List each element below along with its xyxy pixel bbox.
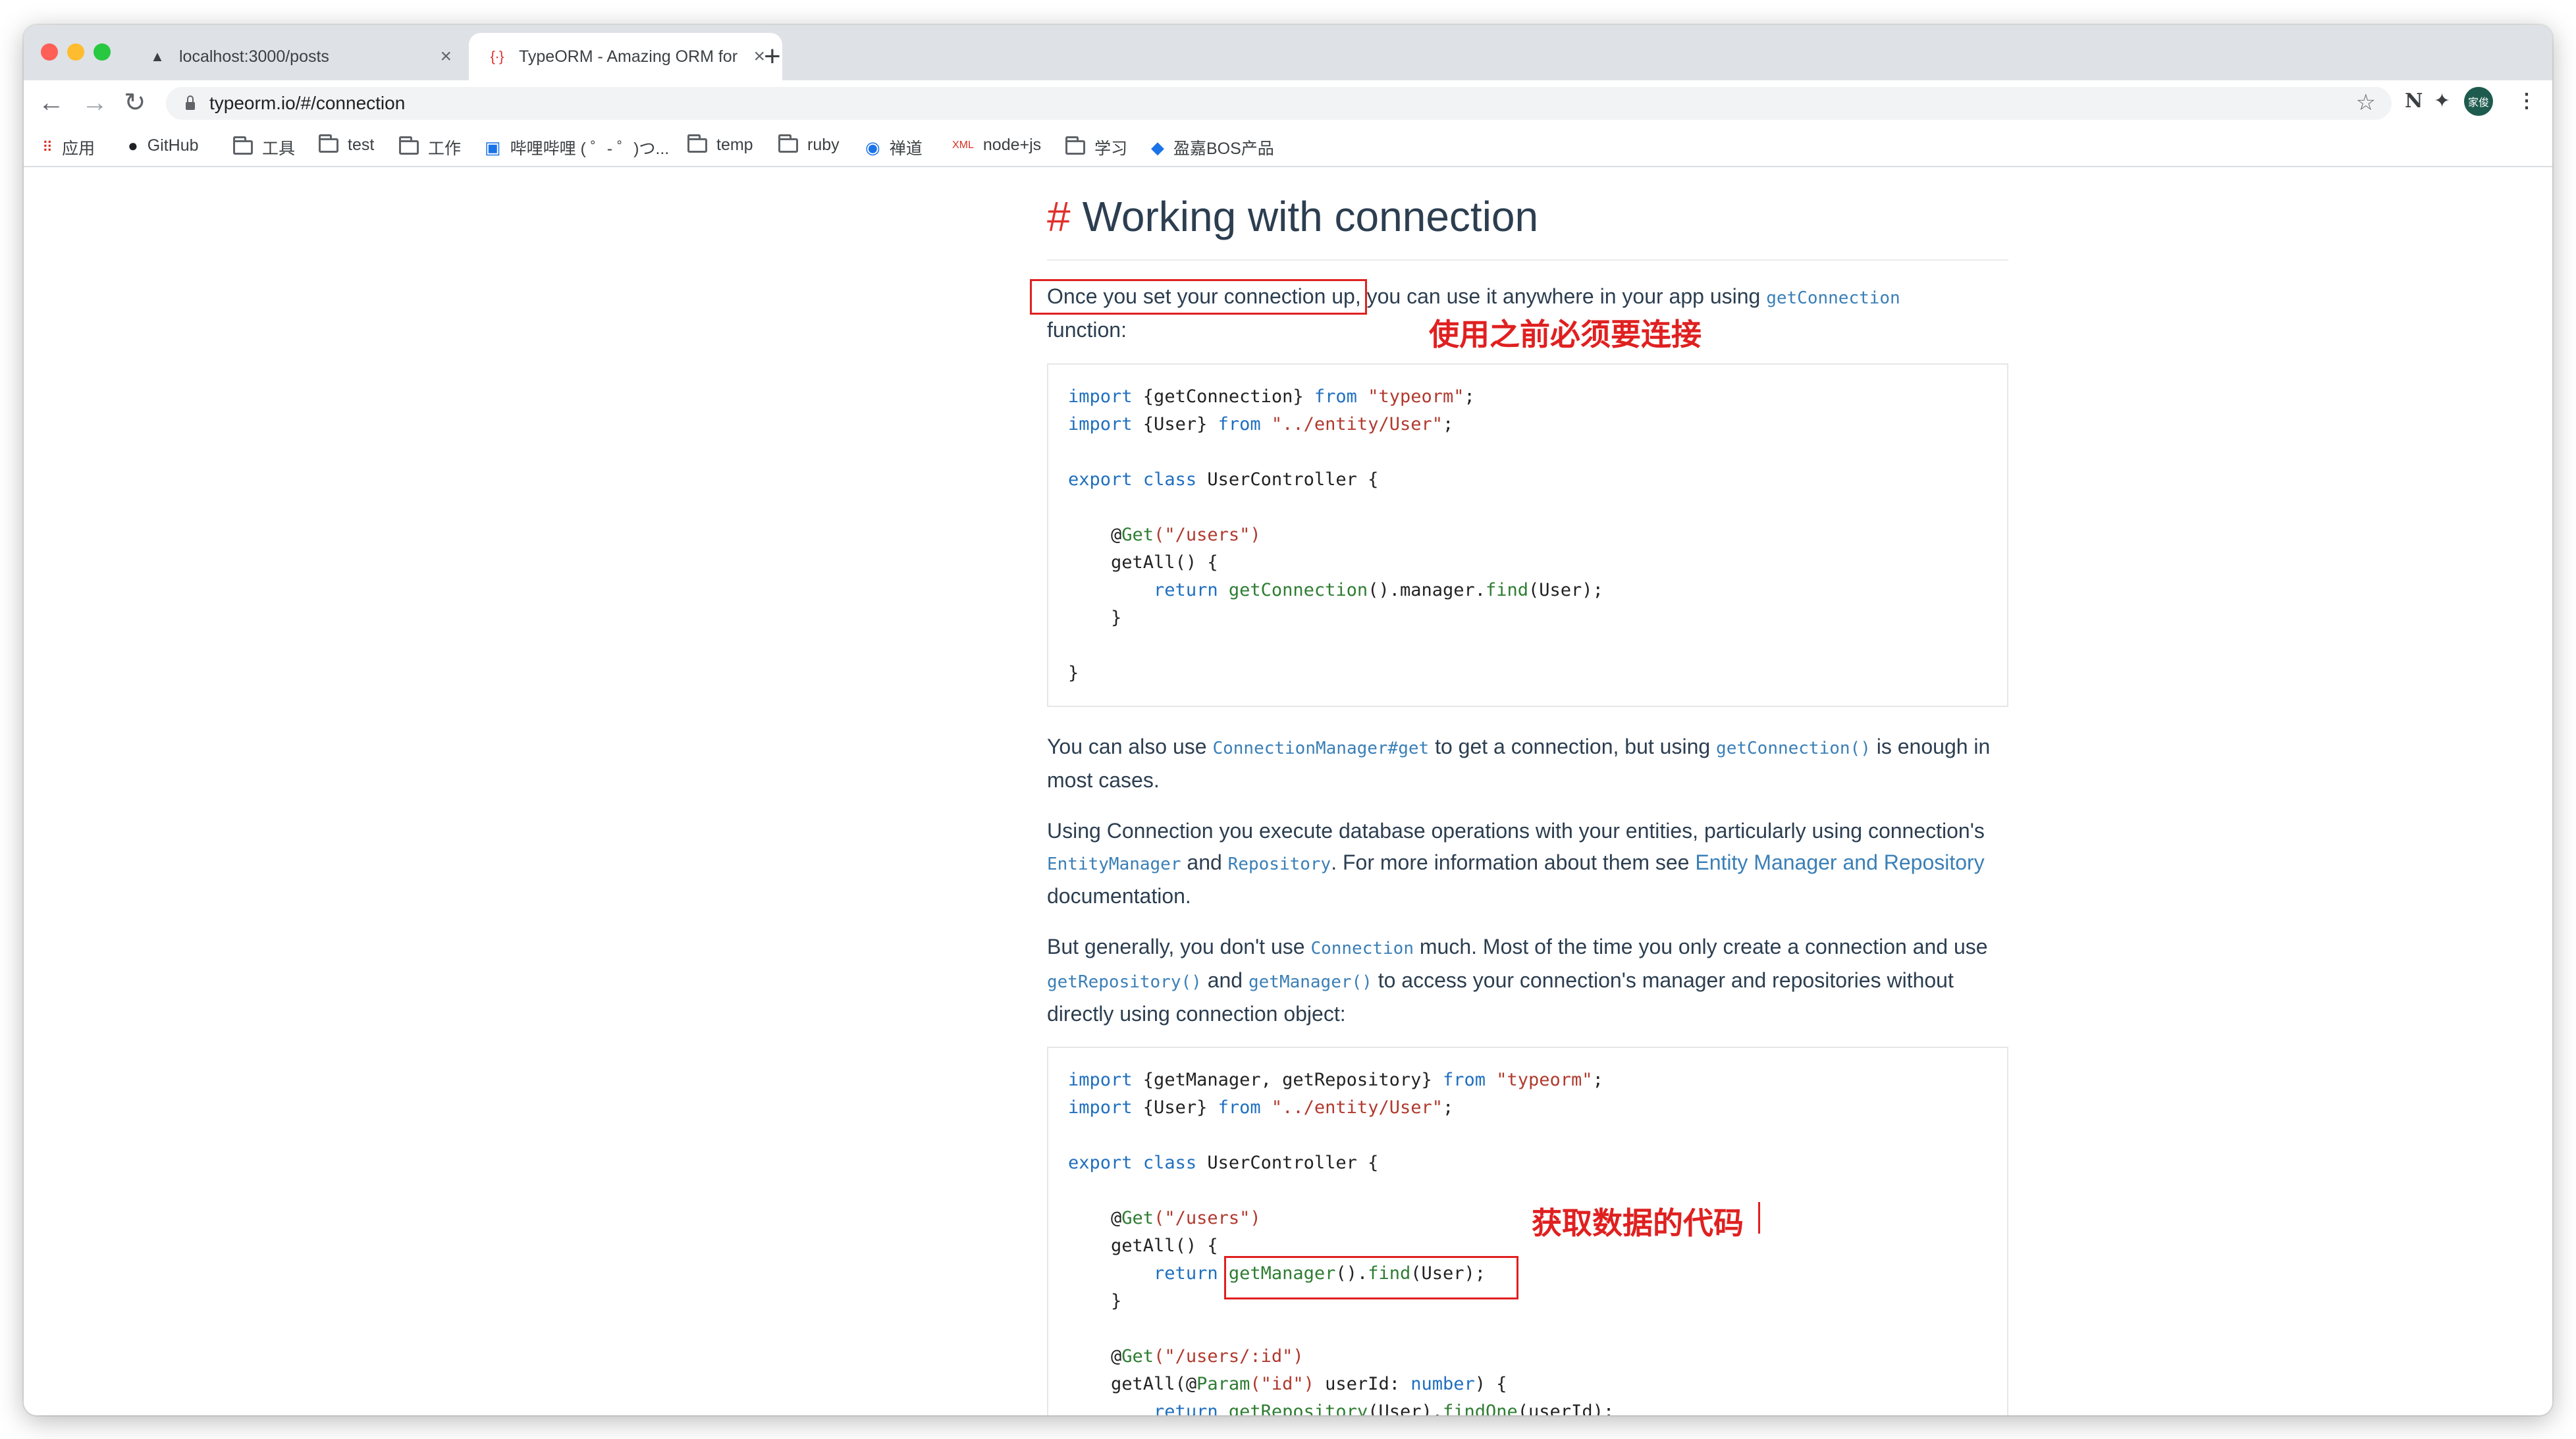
- bilibili-icon: ▣: [485, 137, 501, 157]
- bookmark-label: 工作: [428, 140, 462, 158]
- annotation-fetch-data-code: 获取数据的代码: [1532, 1205, 1744, 1241]
- paragraph-text: much. Most of the time you only create a…: [1413, 935, 1988, 958]
- heading-text: Working with connection: [1082, 193, 1539, 240]
- bookmark-label: 禅道: [889, 140, 923, 158]
- puzzle-extensions-icon[interactable]: ✦: [2434, 90, 2450, 113]
- address-bar[interactable]: typeorm.io/#/connection ☆: [166, 87, 2392, 120]
- using-connection-paragraph: Using Connection you execute database op…: [1047, 815, 2015, 912]
- bookmark-label: 哔哩哔哩 ( ゜- ゜)つ...: [510, 140, 670, 158]
- getmanager-code: getManager(): [1248, 972, 1372, 992]
- folder-icon: [319, 134, 338, 153]
- bookmark-ruby[interactable]: ruby: [778, 134, 840, 155]
- bookmark-label: 盈嘉BOS产品: [1173, 140, 1274, 158]
- tab-strip: ▲ localhost:3000/posts × {∙} TypeORM - A…: [24, 25, 2552, 80]
- bookmark-label: 应用: [62, 140, 95, 158]
- paragraph-text: You can also use: [1047, 735, 1213, 758]
- avatar[interactable]: 家俊: [2464, 87, 2493, 116]
- entitymanager-code: EntityManager: [1047, 854, 1181, 874]
- heading-anchor-link[interactable]: #: [1047, 193, 1071, 240]
- tab-title: TypeORM - Amazing ORM for: [519, 47, 738, 66]
- close-window-button[interactable]: [41, 43, 58, 61]
- bookmark-zentao[interactable]: ◉ 禅道: [865, 136, 923, 159]
- bookmark-star-icon[interactable]: ☆: [2356, 90, 2376, 116]
- repository-code: Repository: [1227, 854, 1331, 874]
- more-menu-icon[interactable]: ⋮: [2517, 90, 2536, 113]
- new-tab-button[interactable]: +: [764, 42, 781, 71]
- bookmark-label: 工具: [262, 140, 296, 158]
- github-icon: ●: [128, 136, 138, 155]
- reload-icon[interactable]: ↻: [124, 88, 146, 117]
- bookmark-nodejs[interactable]: XML node+js: [952, 136, 1041, 155]
- folder-icon: [687, 134, 707, 153]
- paragraph-text: Using Connection you execute database op…: [1047, 819, 1985, 843]
- code-block-getmanager: import {getManager, getRepository} from …: [1047, 1047, 2008, 1415]
- folder-icon: [1065, 136, 1085, 155]
- code-block-getconnection: import {getConnection} from "typeorm"; i…: [1047, 363, 2008, 707]
- bookmark-label: test: [348, 136, 375, 154]
- paragraph-text: function:: [1047, 318, 1127, 342]
- bookmark-tools[interactable]: 工具: [233, 136, 295, 159]
- folder-icon: [399, 136, 419, 155]
- entity-manager-repository-link[interactable]: Entity Manager and Repository: [1695, 850, 1984, 874]
- paragraph-text: and: [1201, 968, 1248, 992]
- bookmark-temp[interactable]: temp: [687, 134, 753, 155]
- connectionmanager-paragraph: You can also use ConnectionManager#get t…: [1047, 731, 2015, 796]
- bookmark-apps[interactable]: ⠿ 应用: [42, 136, 95, 159]
- url-text: typeorm.io/#/connection: [209, 93, 406, 113]
- highlight-box-getmanager: [1224, 1256, 1518, 1299]
- xml-icon: XML: [952, 139, 974, 151]
- bookmark-label: GitHub: [147, 136, 199, 155]
- zentao-icon: ◉: [865, 137, 880, 157]
- getconnection-call-code: getConnection(): [1716, 739, 1871, 758]
- lock-icon: [186, 95, 195, 110]
- maximize-window-button[interactable]: [94, 43, 111, 61]
- heading-divider: [1047, 259, 2008, 261]
- notion-extension-icon[interactable]: N: [2405, 90, 2423, 113]
- minimize-window-button[interactable]: [67, 43, 84, 61]
- tab-localhost-posts[interactable]: ▲ localhost:3000/posts ×: [129, 33, 469, 80]
- bookmark-label: node+js: [982, 136, 1042, 154]
- page-title: # Working with connection: [1047, 192, 1538, 241]
- connectionmanager-get-code: ConnectionManager#get: [1212, 739, 1430, 758]
- paragraph-text: . For more information about them see: [1331, 850, 1696, 874]
- bookmark-label: ruby: [807, 136, 840, 154]
- app-icon: ◆: [1151, 137, 1164, 157]
- connection-code: Connection: [1310, 939, 1414, 958]
- paragraph-text: documentation.: [1047, 884, 1191, 908]
- forward-arrow-icon[interactable]: →: [82, 88, 108, 117]
- paragraph-text: you can use it anywhere in your app usin…: [1360, 284, 1767, 308]
- bookmark-study[interactable]: 学习: [1065, 136, 1127, 159]
- bookmark-bos[interactable]: ◆ 盈嘉BOS产品: [1151, 136, 1274, 159]
- bookmarks-bar: ⠿ 应用 ● GitHub 工具 test 工作 ▣ 哔哩哔哩 ( ゜- ゜)つ…: [24, 126, 2552, 167]
- triangle-icon: ▲: [150, 48, 165, 65]
- tab-typeorm[interactable]: {∙} TypeORM - Amazing ORM for ×: [469, 33, 782, 80]
- paragraph-text: and: [1181, 850, 1228, 874]
- bookmark-work[interactable]: 工作: [399, 136, 461, 159]
- generally-paragraph: But generally, you don't use Connection …: [1047, 931, 2015, 1030]
- paragraph-text: to get a connection, but using: [1429, 735, 1717, 758]
- folder-icon: [233, 136, 253, 155]
- page-content: # Working with connection Once you set yo…: [24, 167, 2552, 1415]
- bookmark-bilibili[interactable]: ▣ 哔哩哔哩 ( ゜- ゜)つ...: [485, 136, 669, 159]
- close-icon[interactable]: ×: [440, 45, 452, 68]
- paragraph-text: But generally, you don't use: [1047, 935, 1311, 958]
- browser-window: ▲ localhost:3000/posts × {∙} TypeORM - A…: [24, 25, 2552, 1415]
- apps-grid-icon: ⠿: [42, 139, 53, 155]
- annotation-connect-first: 使用之前必须要连接: [1429, 317, 1702, 352]
- browser-toolbar: ← → ↻ typeorm.io/#/connection ☆ N ✦ 家俊 ⋮: [24, 80, 2552, 126]
- bookmark-label: 学习: [1094, 140, 1128, 158]
- highlight-box-connection: [1030, 279, 1367, 315]
- tab-title: localhost:3000/posts: [179, 47, 329, 66]
- getconnection-code: getConnection: [1766, 288, 1900, 308]
- folder-icon: [778, 134, 798, 153]
- typeorm-favicon-icon: {∙}: [490, 48, 504, 65]
- getrepository-code: getRepository(): [1047, 972, 1202, 992]
- text-cursor: [1758, 1202, 1760, 1234]
- back-arrow-icon[interactable]: ←: [38, 88, 65, 117]
- bookmark-label: temp: [716, 136, 753, 154]
- bookmark-test[interactable]: test: [319, 134, 375, 155]
- bookmark-github[interactable]: ● GitHub: [128, 136, 199, 156]
